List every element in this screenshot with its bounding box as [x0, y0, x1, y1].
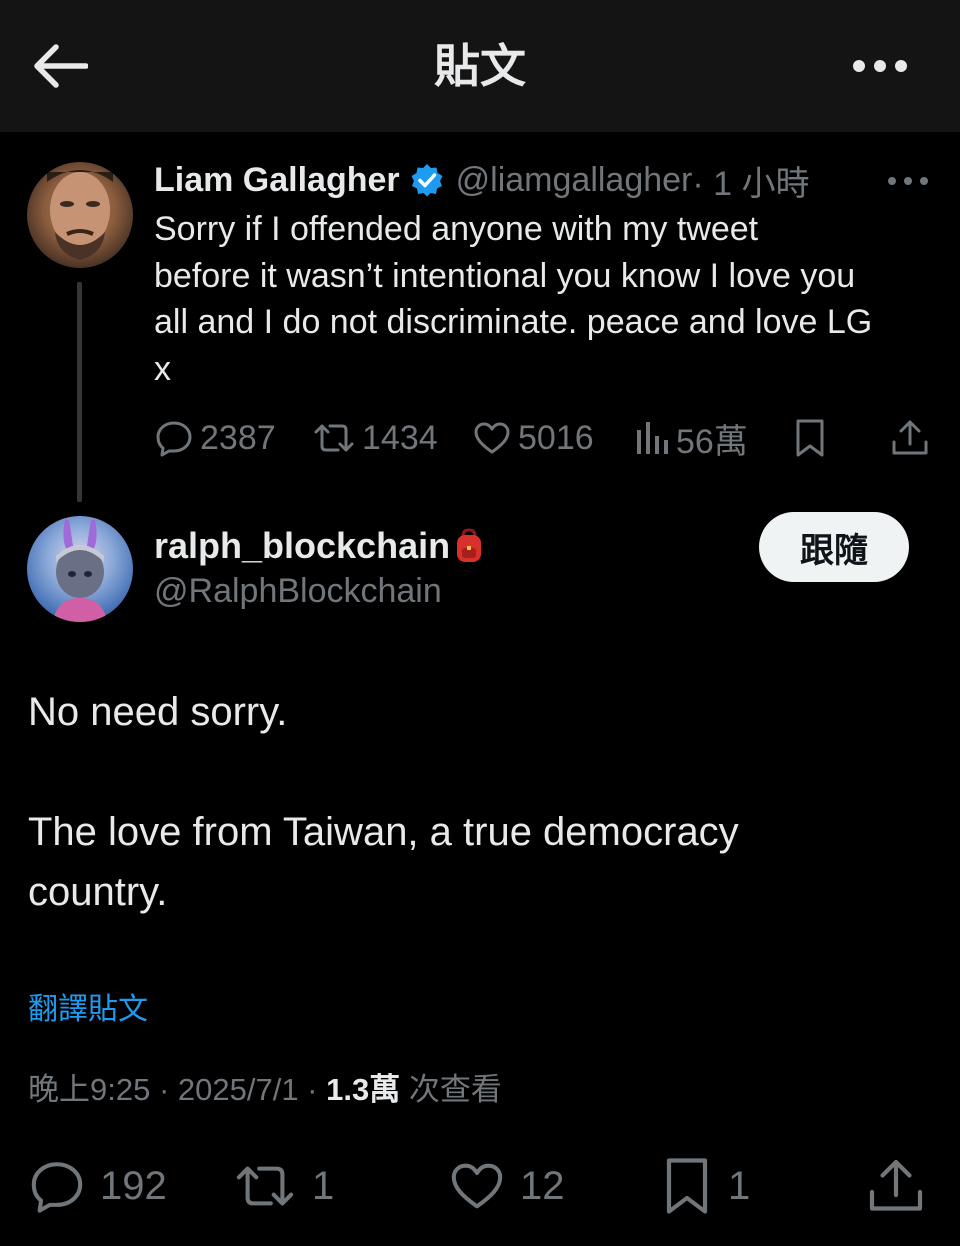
repost-count: 1434 — [362, 418, 438, 457]
reply-actions: 192 1 12 1 — [0, 1148, 960, 1224]
tweet-text-line: x — [154, 349, 171, 388]
repost-count: 1 — [312, 1163, 335, 1208]
analytics-icon — [637, 422, 668, 454]
ellipsis-icon — [888, 177, 928, 185]
repost-action[interactable]: 1434 — [312, 412, 438, 464]
like-count: 5016 — [518, 418, 594, 457]
like-action[interactable]: 12 — [448, 1148, 565, 1224]
avatar-liam-gallagher[interactable] — [27, 162, 133, 268]
user-photo-icon — [47, 170, 113, 260]
avatar-ralph-blockchain[interactable] — [27, 516, 133, 622]
backpack-emoji-icon — [457, 528, 482, 562]
like-count: 12 — [520, 1163, 565, 1208]
views-action[interactable]: 56萬 — [634, 412, 748, 464]
follow-button[interactable]: 跟隨 — [759, 512, 909, 582]
bookmark-action[interactable] — [792, 412, 834, 464]
tweet-text-line: Sorry if I offended anyone with my tweet — [154, 210, 759, 248]
ellipsis-icon — [853, 60, 907, 72]
views-count: 56萬 — [676, 422, 748, 461]
post-timestamp[interactable]: 晚上9:25 · 2025/7/1 · — [28, 1072, 326, 1107]
page-title: 貼文 — [434, 40, 526, 92]
tweet-text-line: all and I do not discriminate. peace and… — [154, 303, 873, 341]
author-name[interactable]: Liam Gallagher — [154, 161, 400, 200]
heart-icon — [474, 422, 510, 454]
heart-icon — [451, 1163, 503, 1209]
repost-action[interactable]: 1 — [232, 1148, 334, 1224]
bookmark-action[interactable]: 1 — [660, 1148, 750, 1224]
reply-author-name-text: ralph_blockchain — [154, 525, 451, 566]
like-action[interactable]: 5016 — [472, 412, 594, 464]
reply-text-line: The love from Taiwan, a true democracy — [28, 810, 739, 854]
repost-icon — [314, 424, 354, 452]
reply-text-line: No need sorry. — [28, 690, 288, 734]
share-action[interactable] — [866, 1148, 926, 1224]
reply-author-name[interactable]: ralph_blockchain — [154, 522, 484, 570]
reply-action[interactable]: 2387 — [154, 412, 276, 464]
bookmark-icon — [796, 419, 824, 457]
top-bar: 貼文 — [0, 0, 960, 132]
bookmark-icon — [666, 1158, 708, 1214]
tweet-more-button[interactable] — [886, 166, 930, 196]
user-avatar-icon — [53, 520, 107, 622]
translate-post-link[interactable]: 翻譯貼文 — [28, 990, 148, 1030]
reply-text-line: country. — [28, 870, 168, 914]
tweet-text-line: before it wasn’t intentional you know I … — [154, 256, 856, 295]
post-views-count[interactable]: 1.3萬 — [326, 1072, 400, 1107]
reply-action[interactable]: 192 — [28, 1148, 167, 1224]
post-metadata: 晚上9:25 · 2025/7/1 · 1.3萬 次查看 — [28, 1068, 502, 1112]
reply-icon — [156, 421, 192, 457]
reply-count: 192 — [100, 1163, 167, 1208]
parent-tweet-text: Sorry if I offended anyone with my tweet… — [154, 206, 944, 392]
repost-icon — [236, 1166, 294, 1206]
reply-icon — [31, 1162, 83, 1213]
bookmark-count: 1 — [728, 1163, 751, 1208]
post-time: · 1 小時 — [692, 164, 810, 203]
more-options-button[interactable] — [848, 44, 912, 88]
thread-line — [77, 282, 82, 502]
verified-badge-icon — [411, 164, 443, 197]
reply-count: 2387 — [200, 418, 276, 457]
post-views-label: 次查看 — [400, 1072, 502, 1107]
parent-tweet-actions: 2387 1434 5016 56萬 — [154, 412, 930, 464]
share-icon — [869, 1159, 923, 1211]
share-action[interactable] — [890, 412, 936, 464]
share-icon — [892, 420, 928, 455]
author-handle[interactable]: @liamgallagher — [456, 161, 693, 200]
reply-author-handle[interactable]: @RalphBlockchain — [154, 568, 442, 614]
parent-tweet-header: Liam Gallagher @liamgallagher · 1 小時 — [154, 156, 810, 204]
